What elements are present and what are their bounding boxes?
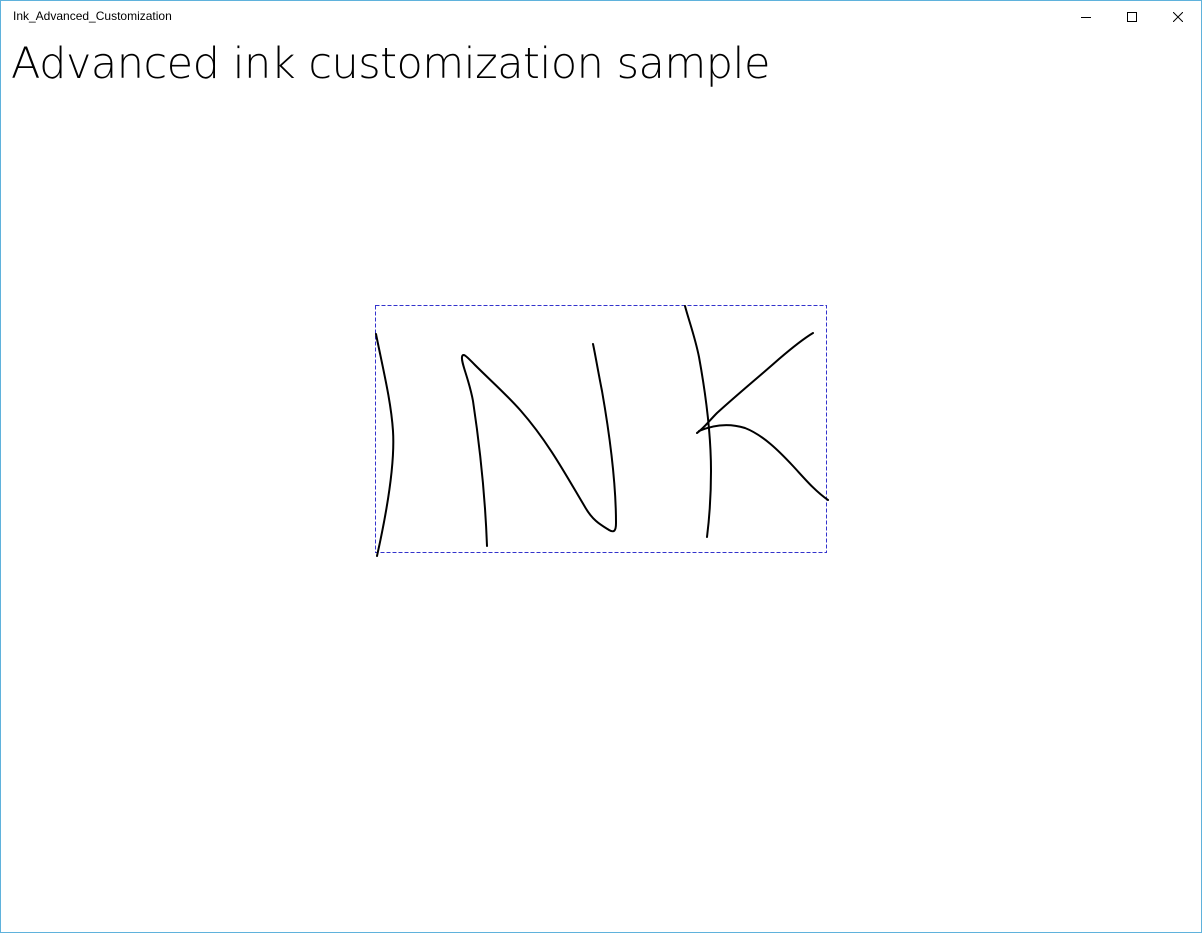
minimize-button[interactable] — [1063, 1, 1109, 32]
minimize-icon — [1081, 16, 1091, 18]
ink-stroke[interactable] — [698, 424, 829, 501]
ink-canvas[interactable] — [1, 32, 1201, 932]
title-bar[interactable]: Ink_Advanced_Customization — [1, 1, 1201, 32]
maximize-icon — [1127, 11, 1137, 22]
close-button[interactable] — [1155, 1, 1201, 32]
close-icon — [1173, 11, 1183, 22]
ink-stroke[interactable] — [684, 305, 712, 538]
ink-stroke[interactable] — [375, 333, 395, 557]
ink-stroke[interactable] — [696, 332, 814, 434]
ink-stroke[interactable] — [460, 343, 617, 547]
window-title: Ink_Advanced_Customization — [13, 9, 172, 23]
maximize-button[interactable] — [1109, 1, 1155, 32]
app-window: Ink_Advanced_Customization Advanced ink … — [0, 0, 1202, 933]
selection-rectangle[interactable] — [375, 305, 827, 553]
